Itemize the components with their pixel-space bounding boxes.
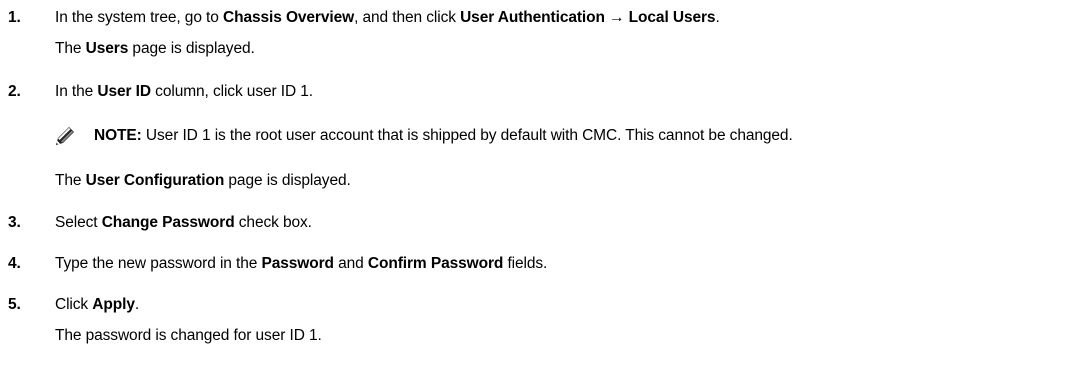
step-instruction: Click Apply. — [55, 296, 140, 313]
step-result: The Users page is displayed. — [55, 40, 255, 57]
pencil-note-icon — [54, 125, 76, 147]
step-instruction: Type the new password in the Password an… — [55, 255, 548, 272]
step-instruction: Select Change Password check box. — [55, 214, 312, 231]
step-number: 2. — [8, 83, 21, 100]
step-result: The password is changed for user ID 1. — [55, 327, 322, 344]
note-text: NOTE: User ID 1 is the root user account… — [94, 127, 793, 144]
step-number: 5. — [8, 296, 21, 313]
step-instruction: In the system tree, go to Chassis Overvi… — [55, 9, 720, 26]
step-number: 1. — [8, 9, 21, 26]
step-instruction: In the User ID column, click user ID 1. — [55, 83, 313, 100]
step-number: 3. — [8, 214, 21, 231]
step-result: The User Configuration page is displayed… — [55, 172, 351, 189]
step-number: 4. — [8, 255, 21, 272]
